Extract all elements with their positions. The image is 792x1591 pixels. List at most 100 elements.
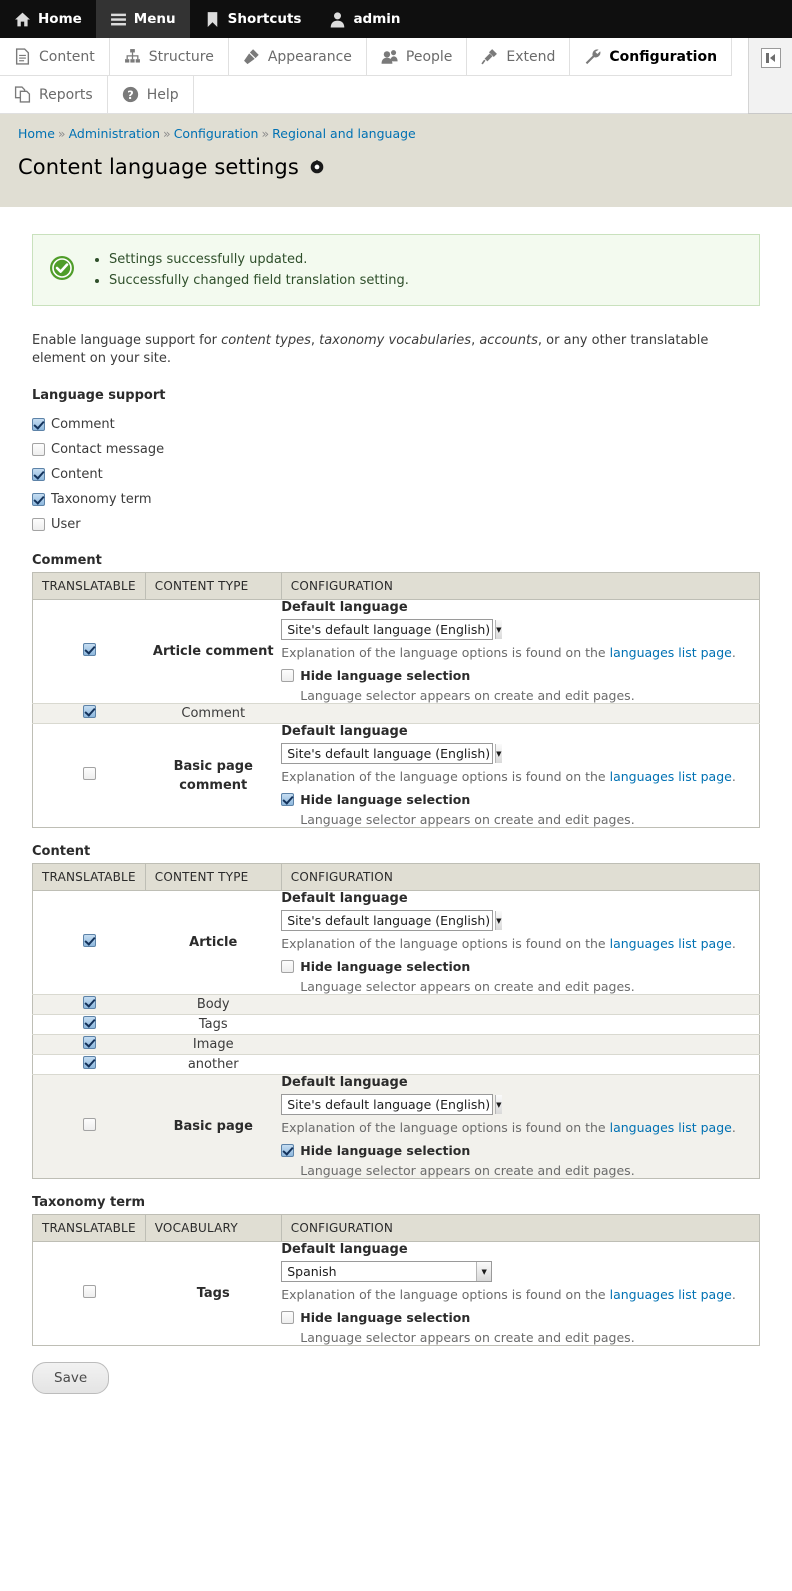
help-prefix: Explanation of the language options is f… [281,1120,610,1136]
default-language-select[interactable]: Site's default language (English) ▼ [281,743,502,765]
language-support-checkboxes: Comment Contact message Content Taxonomy te… [32,412,760,537]
languages-list-page-link[interactable]: languages list page [610,1287,732,1302]
language-support-checkbox-comment[interactable] [32,418,45,432]
breadcrumb: Home» Administration» Configuration» Region… [18,126,774,141]
translatable-checkbox[interactable] [82,1056,96,1070]
admin-menu-item-label: Reports [39,86,93,103]
main-content: Settings successfully updated.Successful… [0,234,792,1434]
language-support-option-label[interactable]: Content [51,467,103,482]
breadcrumb-separator: » [261,126,270,141]
collapse-left-icon[interactable] [760,48,781,68]
translatable-checkbox[interactable] [82,934,96,948]
breadcrumb-link-2[interactable]: Configuration [174,126,259,141]
admin-menu-item-structure[interactable]: Structure [109,38,229,76]
language-support-option-label[interactable]: User [51,517,81,532]
hide-language-selection-checkbox[interactable] [281,1144,295,1158]
admin-menu-item-extend[interactable]: Extend [467,38,571,76]
language-support-checkbox-taxonomy-term[interactable] [32,493,45,507]
translatable-checkbox[interactable] [82,643,96,657]
admin-menu-item-help[interactable]: ? Help [107,76,194,114]
translatable-checkbox[interactable] [82,705,96,719]
table-header-cell: TRANSLATABLE [32,572,146,601]
language-support-row: Comment [32,412,760,437]
wrench-icon [584,48,601,65]
intro-pre: Enable language support for [32,333,222,349]
hide-language-selection-checkbox[interactable] [281,669,295,683]
document-icon [14,48,31,65]
translatable-checkbox[interactable] [82,1118,96,1132]
toolbar-item-home[interactable]: Home [0,0,96,38]
language-support-checkbox-contact-message[interactable] [32,443,45,457]
translatable-checkbox[interactable] [82,1036,96,1050]
admin-menu-item-configuration[interactable]: Configuration [570,38,733,76]
translatable-checkbox[interactable] [82,767,96,781]
table-row: Tags [32,1014,760,1035]
translatable-cell [32,994,146,1015]
default-language-select[interactable]: Site's default language (English) ▼ [281,910,502,932]
admin-menu-item-label: Help [146,86,179,103]
breadcrumb-link-1[interactable]: Administration [69,126,160,141]
translatable-checkbox[interactable] [82,996,96,1010]
hide-language-selection-label[interactable]: Hide language selection [300,792,470,807]
language-support-checkbox-user[interactable] [32,518,45,532]
language-support-option-label[interactable]: Taxonomy term [51,492,152,507]
table-row: Body [32,994,760,1015]
save-button[interactable]: Save [32,1362,110,1395]
hide-language-selection-row: Hide language selection [281,1143,759,1158]
table-row: Basic page comment Default language Site's… [32,723,760,828]
translatable-checkbox[interactable] [82,1285,96,1299]
language-support-checkbox-content[interactable] [32,468,45,482]
entity-name-cell: Tags [196,1286,230,1302]
hide-language-selection-label[interactable]: Hide language selection [300,959,470,974]
intro-mid1: , [310,333,320,349]
hide-language-selection-row: Hide language selection [281,792,759,807]
table-header-cell: VOCABULARY [145,1214,282,1243]
hide-language-selection-checkbox[interactable] [281,1311,295,1325]
languages-list-page-link[interactable]: languages list page [610,645,732,660]
translatable-cell [32,1054,146,1075]
hide-language-selection-label[interactable]: Hide language selection [300,668,470,683]
languages-list-page-link[interactable]: languages list page [610,769,732,784]
hide-language-selection-checkbox[interactable] [281,960,295,974]
hamburger-icon [110,11,127,28]
entity-name-cell: Article comment [152,644,274,660]
admin-menu-item-reports[interactable]: Reports [0,76,108,114]
language-settings-table: TRANSLATABLE VOCABULARY CONFIGURATION Tags D… [32,1214,760,1347]
language-support-option-label[interactable]: Comment [51,417,115,432]
languages-list-page-link[interactable]: languages list page [610,936,732,951]
chevron-down-icon: ▼ [476,1262,492,1282]
admin-menu-item-appearance[interactable]: Appearance [228,38,367,76]
default-language-select[interactable]: Site's default language (English) ▼ [281,619,502,641]
hide-language-selection-label[interactable]: Hide language selection [300,1310,470,1325]
language-support-label: Language support [32,388,166,404]
page-header: Home» Administration» Configuration» Region… [0,114,792,209]
help-prefix: Explanation of the language options is f… [281,936,610,952]
translatable-cell [32,1074,146,1179]
entity-name-cell: Body [145,994,282,1015]
admin-menu-item-content[interactable]: Content [0,38,110,76]
admin-menu-item-people[interactable]: People [366,38,468,76]
admin-menu-tray: Content Structure Appearance People Extend Co… [0,38,792,114]
language-support-row: Contact message [32,437,760,462]
table-row: Image [32,1034,760,1055]
toolbar-item-admin[interactable]: admin [315,0,414,38]
translatable-checkbox[interactable] [82,1016,96,1030]
toolbar-item-menu[interactable]: Menu [95,0,190,38]
translatable-cell [33,1242,146,1346]
breadcrumb-link-0[interactable]: Home [18,126,55,141]
default-language-select[interactable]: Site's default language (English) ▼ [281,1094,502,1116]
tray-filler [193,76,748,114]
hide-language-selection-label[interactable]: Hide language selection [300,1143,470,1158]
default-language-select[interactable]: Spanish ▼ [281,1261,493,1283]
status-message-list: Settings successfully updated.Successful… [89,249,409,291]
breadcrumb-link-3[interactable]: Regional and language [272,126,416,141]
toolbar-item-label: Shortcuts [227,11,302,27]
table-header-row: TRANSLATABLE VOCABULARY CONFIGURATION [32,1214,760,1243]
table-row: another [32,1054,760,1075]
hide-language-selection-checkbox[interactable] [281,793,295,807]
sitemap-icon [124,48,141,65]
language-support-option-label[interactable]: Contact message [51,442,164,457]
languages-list-page-link[interactable]: languages list page [610,1120,732,1135]
toolbar-item-shortcuts[interactable]: Shortcuts [190,0,316,38]
gear-icon[interactable] [310,160,324,174]
